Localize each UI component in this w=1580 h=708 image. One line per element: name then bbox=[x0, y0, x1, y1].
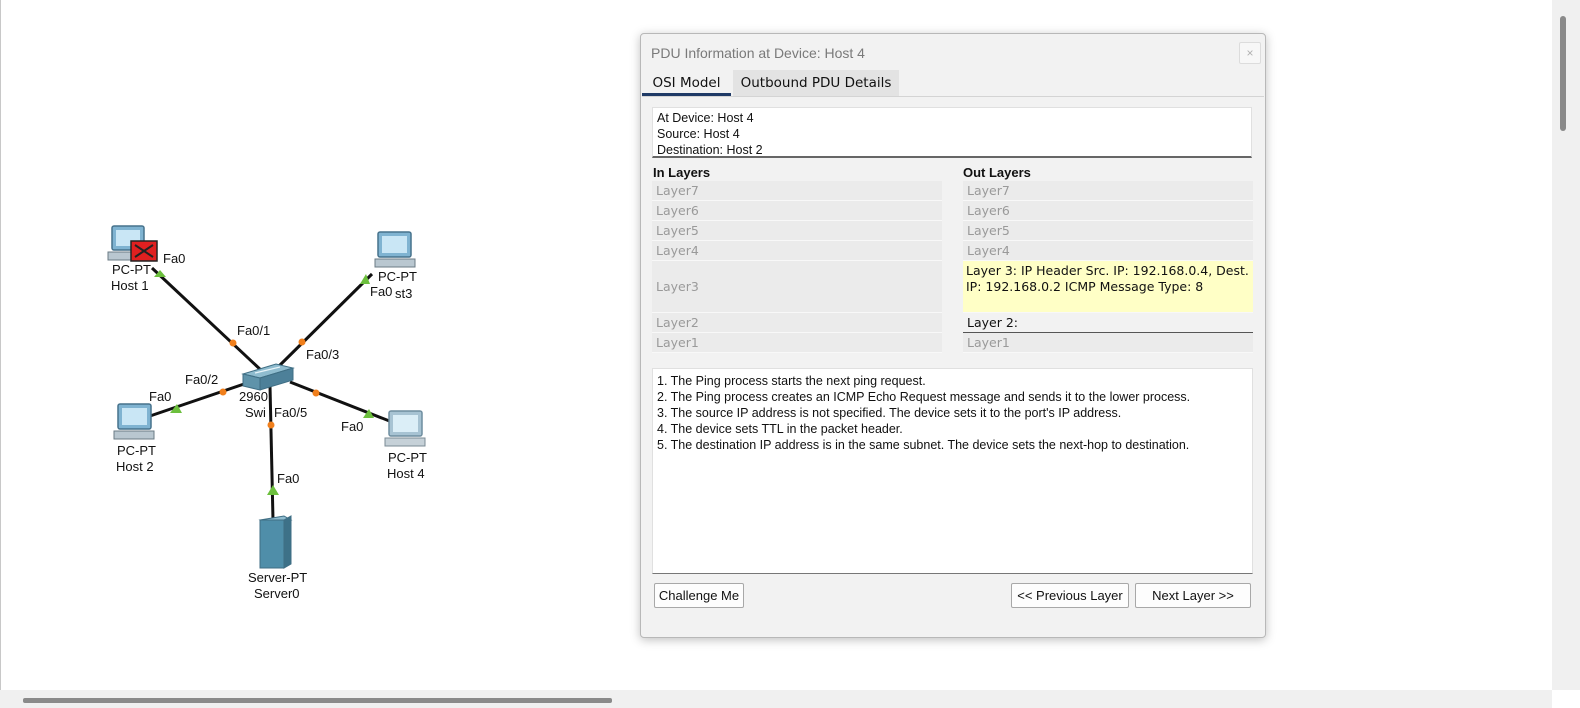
host1-type-label: PC-PT bbox=[112, 262, 151, 277]
out-layer-2[interactable]: Layer 2: bbox=[963, 313, 1253, 333]
tab-outbound-pdu-details[interactable]: Outbound PDU Details bbox=[733, 70, 899, 96]
process-step: 5. The destination IP address is in the … bbox=[657, 438, 1190, 452]
in-layer-5[interactable]: Layer5 bbox=[652, 221, 942, 241]
host4-port-label: Fa0 bbox=[341, 419, 364, 434]
host2-port-label: Fa0 bbox=[149, 389, 172, 404]
host1-name-label: Host 1 bbox=[111, 278, 149, 293]
port-status-icon bbox=[312, 389, 320, 397]
server-name-label: Server0 bbox=[254, 586, 300, 601]
host3-name-label: st3 bbox=[395, 286, 413, 301]
destination-text: Destination: Host 2 bbox=[657, 143, 763, 157]
host1-port-label: Fa0 bbox=[163, 251, 186, 266]
switch-name-label: Swi bbox=[245, 405, 266, 420]
port-status-icon bbox=[298, 338, 306, 346]
dialog-title: PDU Information at Device: Host 4 bbox=[651, 45, 865, 61]
out-layer-6[interactable]: Layer6 bbox=[963, 201, 1253, 221]
process-step: 4. The device sets TTL in the packet hea… bbox=[657, 422, 903, 436]
horizontal-scrollbar[interactable] bbox=[0, 690, 1552, 708]
switch-port-fa0-3: Fa0/3 bbox=[306, 347, 340, 362]
in-layer-7[interactable]: Layer7 bbox=[652, 181, 942, 201]
envelope-failed-icon[interactable] bbox=[130, 240, 158, 262]
server-type-label: Server-PT bbox=[248, 570, 308, 585]
switch-model-label: 2960 bbox=[239, 389, 268, 404]
process-step: 2. The Ping process creates an ICMP Echo… bbox=[657, 390, 1191, 404]
host3-port-label: Fa0 bbox=[370, 284, 393, 299]
switch-port-fa0-2: Fa0/2 bbox=[185, 372, 219, 387]
host2-name-label: Host 2 bbox=[116, 459, 154, 474]
previous-layer-button[interactable]: << Previous Layer bbox=[1011, 583, 1129, 608]
pc-icon-host3[interactable] bbox=[374, 231, 416, 268]
in-layers-heading: In Layers bbox=[653, 165, 711, 180]
host2-type-label: PC-PT bbox=[117, 443, 156, 458]
in-layer-1[interactable]: Layer1 bbox=[652, 333, 942, 353]
tab-osi-model[interactable]: OSI Model bbox=[642, 70, 731, 96]
pdu-information-dialog: PDU Information at Device: Host 4 × OSI … bbox=[640, 33, 1266, 638]
process-step: 1. The Ping process starts the next ping… bbox=[657, 374, 926, 388]
horizontal-scroll-thumb[interactable] bbox=[23, 698, 612, 703]
host3-type-label: PC-PT bbox=[378, 269, 417, 284]
out-layer-4[interactable]: Layer4 bbox=[963, 241, 1253, 261]
process-steps-box: 1. The Ping process starts the next ping… bbox=[652, 368, 1253, 574]
vertical-scroll-thumb[interactable] bbox=[1560, 16, 1566, 131]
pc-icon-host2[interactable] bbox=[113, 403, 155, 440]
out-layer-7[interactable]: Layer7 bbox=[963, 181, 1253, 201]
source-text: Source: Host 4 bbox=[657, 127, 740, 141]
switch-port-fa0-1: Fa0/1 bbox=[237, 323, 271, 338]
link-host1-switch[interactable] bbox=[150, 266, 265, 374]
switch-icon[interactable] bbox=[241, 363, 295, 391]
process-step: 3. The source IP address is not specifie… bbox=[657, 406, 1122, 420]
server-icon[interactable] bbox=[258, 515, 293, 569]
next-layer-button[interactable]: Next Layer >> bbox=[1135, 583, 1251, 608]
out-layers-heading: Out Layers bbox=[963, 165, 1031, 180]
out-layer-5[interactable]: Layer5 bbox=[963, 221, 1253, 241]
out-layer-1[interactable]: Layer1 bbox=[963, 333, 1253, 353]
close-icon[interactable]: × bbox=[1239, 42, 1261, 64]
port-status-icon bbox=[219, 388, 227, 396]
in-layer-6[interactable]: Layer6 bbox=[652, 201, 942, 221]
link-server-switch[interactable] bbox=[268, 385, 275, 521]
in-layer-2[interactable]: Layer2 bbox=[652, 313, 942, 333]
port-status-icon bbox=[229, 339, 237, 347]
device-info-box: At Device: Host 4 Source: Host 4 Destina… bbox=[652, 107, 1252, 158]
at-device-text: At Device: Host 4 bbox=[657, 111, 754, 125]
port-status-icon bbox=[267, 421, 275, 429]
host4-name-label: Host 4 bbox=[387, 466, 425, 481]
tab-divider bbox=[642, 96, 1264, 97]
host4-type-label: PC-PT bbox=[388, 450, 427, 465]
out-layer-3-active[interactable]: Layer 3: IP Header Src. IP: 192.168.0.4,… bbox=[963, 261, 1253, 313]
challenge-me-button[interactable]: Challenge Me bbox=[654, 583, 744, 608]
switch-port-fa0-5: Fa0/5 bbox=[274, 405, 308, 420]
links bbox=[149, 266, 393, 521]
in-layer-3[interactable]: Layer3 bbox=[652, 261, 942, 313]
in-layer-4[interactable]: Layer4 bbox=[652, 241, 942, 261]
pc-icon-host4[interactable] bbox=[384, 410, 426, 447]
vertical-scrollbar[interactable] bbox=[1552, 0, 1580, 690]
server-port-label: Fa0 bbox=[277, 471, 300, 486]
